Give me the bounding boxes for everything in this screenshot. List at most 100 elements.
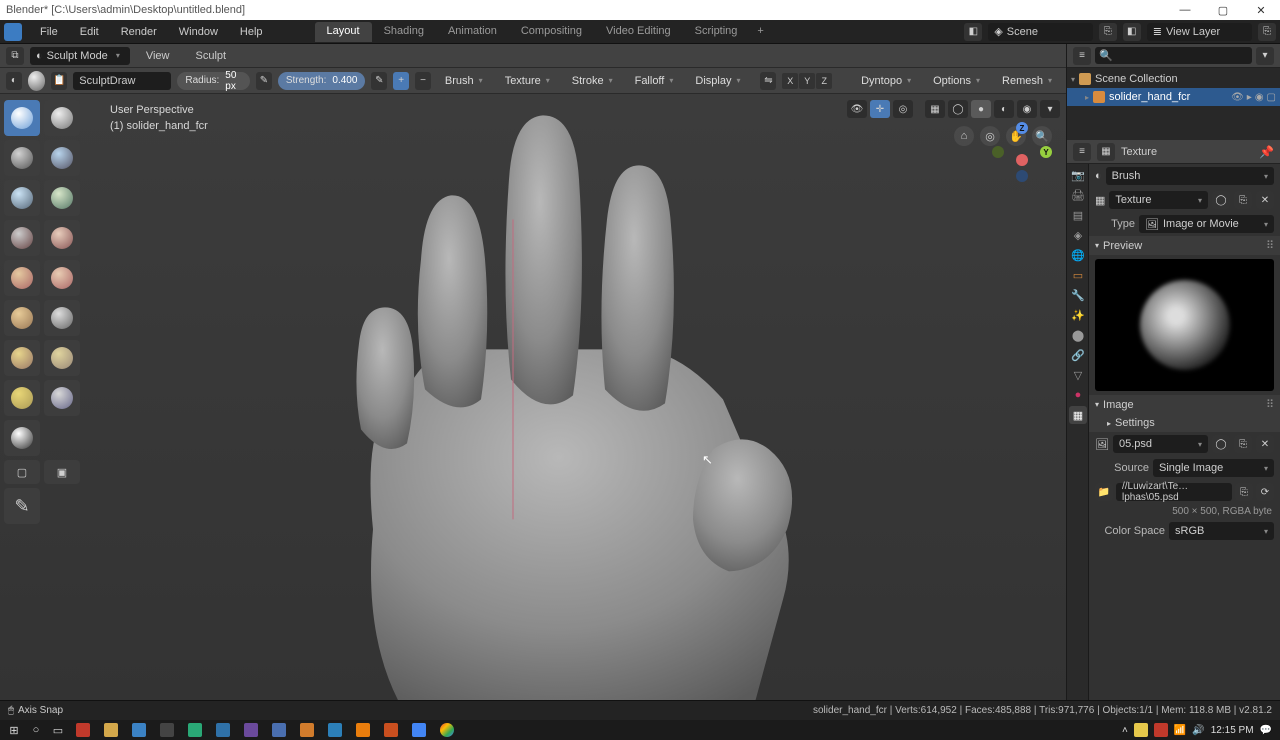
window-minimize-button[interactable]: — <box>1166 0 1204 20</box>
orientation-gizmo[interactable]: Z Y <box>992 122 1052 182</box>
scene-field[interactable]: ◈ <box>988 23 1092 41</box>
mirror-y-button[interactable]: Y <box>799 73 815 89</box>
tool-thumb[interactable] <box>44 340 80 376</box>
tool-box-hide[interactable]: ▣ <box>44 460 80 484</box>
outliner-editor-type[interactable]: ≡ <box>1073 47 1091 65</box>
outliner-disable-icon[interactable]: ▢ <box>1267 92 1276 103</box>
taskbar-app-13[interactable] <box>406 721 432 739</box>
brush-dropdown[interactable]: Brush <box>437 72 491 90</box>
outliner-filter-icon[interactable]: ▾ <box>1256 47 1274 65</box>
taskbar-app-7[interactable] <box>238 721 264 739</box>
outliner-render-icon[interactable]: ◉ <box>1255 92 1264 103</box>
shading-wireframe-icon[interactable]: ◯ <box>948 100 968 118</box>
options-dropdown[interactable]: Options <box>925 72 988 90</box>
editor-type-selector[interactable]: ⧉ <box>6 47 24 65</box>
prop-tab-render[interactable]: 📷 <box>1069 166 1087 184</box>
image-name-field[interactable]: 05.psd <box>1113 435 1208 453</box>
type-field[interactable]: 🖼Image or Movie <box>1139 215 1274 233</box>
display-dropdown[interactable]: Display <box>687 72 748 90</box>
filepath-reload-icon[interactable]: ⟳ <box>1256 483 1274 501</box>
scene-new-button[interactable]: ⎘ <box>1099 23 1117 41</box>
viewlayer-browse-icon[interactable]: ◧ <box>1123 23 1141 41</box>
gizmo-z-axis[interactable]: Z <box>1016 122 1028 134</box>
system-tray[interactable]: ˄ 📶 🔊 12:15 PM 💬 <box>1122 723 1276 737</box>
tool-scrape[interactable] <box>44 260 80 296</box>
viewlayer-name-input[interactable] <box>1166 26 1246 38</box>
outliner-selectable-icon[interactable]: ▸ <box>1247 92 1252 103</box>
taskbar-app-1[interactable] <box>70 721 96 739</box>
prop-tab-physics[interactable]: ⬤ <box>1069 326 1087 344</box>
texture-context-icon[interactable]: ▦ <box>1097 143 1115 161</box>
preview-header[interactable]: ▾Preview⠿ <box>1089 236 1280 255</box>
settings-header[interactable]: ▸Settings <box>1089 414 1280 432</box>
colorspace-field[interactable]: sRGB <box>1169 522 1274 540</box>
filepath-field[interactable]: //Luwizart\Te…lphas\05.psd <box>1116 483 1232 501</box>
strength-pressure-icon[interactable]: ✎ <box>371 72 387 90</box>
tree-row-scene-collection[interactable]: ▾ Scene Collection <box>1067 70 1280 88</box>
workspace-tab-shading[interactable]: Shading <box>372 22 436 42</box>
outliner-visibility-icon[interactable]: 👁 <box>1231 92 1244 103</box>
gizmo-neg-y-axis[interactable] <box>992 146 1004 158</box>
tray-volume-icon[interactable]: 🔊 <box>1192 725 1204 736</box>
texture-fakeuser-icon[interactable]: ◯ <box>1212 191 1230 209</box>
tool-inflate[interactable] <box>4 180 40 216</box>
brush-preset-icon[interactable]: ◐ <box>6 72 22 90</box>
stroke-dropdown[interactable]: Stroke <box>564 72 621 90</box>
tray-chevron-icon[interactable]: ˄ <box>1122 725 1128 736</box>
workspace-tab-animation[interactable]: Animation <box>436 22 509 42</box>
outliner-tree[interactable]: ▾ Scene Collection ▸ solider_hand_fcr 👁 … <box>1067 68 1280 140</box>
shading-matcap-icon[interactable]: ◐ <box>994 100 1014 118</box>
radius-pressure-icon[interactable]: ✎ <box>256 72 272 90</box>
radius-field[interactable]: Radius:50 px <box>177 72 250 90</box>
menu-edit[interactable]: Edit <box>70 23 109 41</box>
brush-name-field[interactable] <box>73 72 171 90</box>
shading-solid-icon[interactable]: ● <box>971 100 991 118</box>
texture-slot-field[interactable]: Texture <box>1109 191 1208 209</box>
tool-layer[interactable] <box>44 140 80 176</box>
tool-fill[interactable] <box>4 260 40 296</box>
mirror-z-button[interactable]: Z <box>816 73 832 89</box>
image-header[interactable]: ▾Image⠿ <box>1089 395 1280 414</box>
tray-icon-2[interactable] <box>1154 723 1168 737</box>
prop-tab-modifiers[interactable]: 🔧 <box>1069 286 1087 304</box>
taskbar-app-9[interactable] <box>294 721 320 739</box>
cortana-button[interactable]: ○ <box>26 721 46 739</box>
tool-clay[interactable] <box>44 100 80 136</box>
image-unlink-icon[interactable]: ✕ <box>1256 435 1274 453</box>
strength-field[interactable]: Strength:0.400 <box>278 72 366 90</box>
image-fakeuser-icon[interactable]: ◯ <box>1212 435 1230 453</box>
brush-slot-icon[interactable]: ◐ <box>1095 170 1102 182</box>
taskbar-app-10[interactable] <box>322 721 348 739</box>
taskbar-app-4[interactable] <box>154 721 180 739</box>
texture-slot-icon[interactable]: ▦ <box>1095 194 1105 207</box>
tool-box-mask[interactable]: ▢ <box>4 460 40 484</box>
viewlayer-new-button[interactable]: ⎘ <box>1258 23 1276 41</box>
gizmo-toggle-icon[interactable]: ✛ <box>870 100 890 118</box>
window-close-button[interactable]: ✕ <box>1242 0 1280 20</box>
workspace-tab-layout[interactable]: Layout <box>315 22 372 42</box>
viewport-menu-view[interactable]: View <box>136 47 180 65</box>
mirror-x-button[interactable]: X <box>782 73 798 89</box>
shading-options-icon[interactable]: ▾ <box>1040 100 1060 118</box>
menu-render[interactable]: Render <box>111 23 167 41</box>
properties-editor-type[interactable]: ≡ <box>1073 143 1091 161</box>
viewport-menu-sculpt[interactable]: Sculpt <box>185 47 236 65</box>
brush-slot-field[interactable]: Brush <box>1106 167 1274 185</box>
prop-tab-scene[interactable]: ◈ <box>1069 226 1087 244</box>
image-datablock-icon[interactable]: 🖼 <box>1095 438 1109 451</box>
prop-tab-output[interactable]: 🖨 <box>1069 186 1087 204</box>
mode-selector[interactable]: ◐ Sculpt Mode <box>30 47 130 65</box>
taskbar-app-8[interactable] <box>266 721 292 739</box>
scene-name-input[interactable] <box>1007 26 1087 38</box>
xray-toggle-icon[interactable]: ▦ <box>925 100 945 118</box>
camera-view-icon[interactable]: ⌂ <box>954 126 974 146</box>
menu-file[interactable]: File <box>30 23 68 41</box>
fake-user-icon[interactable]: 📋 <box>51 72 67 90</box>
workspace-tab-videoediting[interactable]: Video Editing <box>594 22 683 42</box>
tool-rotate[interactable] <box>44 380 80 416</box>
menu-window[interactable]: Window <box>169 23 228 41</box>
image-new-icon[interactable]: ⎘ <box>1234 435 1252 453</box>
taskbar-app-6[interactable] <box>210 721 236 739</box>
shading-rendered-icon[interactable]: ◉ <box>1017 100 1037 118</box>
viewlayer-field[interactable]: ≣ <box>1147 23 1252 41</box>
